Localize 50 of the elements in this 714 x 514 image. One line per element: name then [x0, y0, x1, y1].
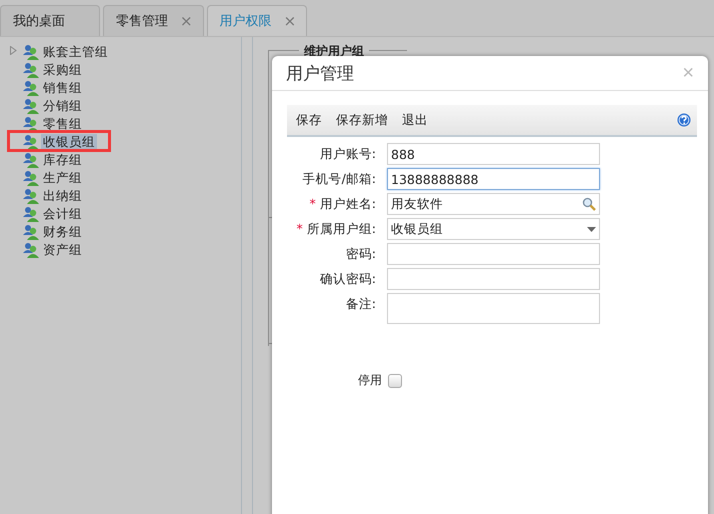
- checkbox[interactable]: [388, 374, 402, 388]
- user-group-icon: [22, 116, 40, 132]
- help-icon[interactable]: [677, 113, 691, 127]
- remarks-field[interactable]: [387, 293, 600, 324]
- tree-item[interactable]: 资产组: [41, 242, 84, 258]
- tree-item[interactable]: 财务组: [41, 224, 84, 240]
- tree-item[interactable]: 出纳组: [41, 188, 84, 204]
- user-group-icon: [22, 152, 40, 168]
- user-group-icon: [22, 98, 40, 114]
- field-label: 密码:: [344, 245, 376, 263]
- user-group-icon: [22, 188, 40, 204]
- tree-item[interactable]: 销售组: [41, 80, 84, 96]
- dialog-title: 用户管理: [286, 62, 354, 84]
- input-field[interactable]: [387, 268, 600, 290]
- checkbox-label: 停用: [358, 372, 382, 389]
- tree-item[interactable]: 分销组: [41, 98, 84, 114]
- tab[interactable]: 零售管理 ×: [103, 5, 204, 36]
- user-group-icon: [22, 170, 40, 186]
- user-group-icon: [22, 62, 40, 78]
- tree-item[interactable]: 会计组: [41, 206, 84, 222]
- tab[interactable]: 我的桌面: [0, 5, 100, 36]
- input-field[interactable]: 888: [387, 143, 600, 165]
- user-group-icon: [22, 224, 40, 240]
- toolbar-button[interactable]: 保存: [291, 108, 327, 132]
- input-field[interactable]: 13888888888: [387, 168, 600, 190]
- field-label: 确认密码:: [318, 270, 376, 288]
- user-group-icon: [22, 80, 40, 96]
- tree-item[interactable]: 账套主管组: [41, 44, 110, 60]
- user-group-icon: [22, 206, 40, 222]
- tree-item[interactable]: 采购组: [41, 62, 84, 78]
- user-group-icon: [22, 44, 40, 60]
- field-label: * 用户姓名:: [308, 195, 376, 213]
- toolbar-button[interactable]: 保存新增: [331, 108, 393, 132]
- toolbar-button[interactable]: 退出: [397, 108, 433, 132]
- tree-item[interactable]: 零售组: [41, 116, 84, 132]
- field-label: 手机号/邮箱:: [302, 170, 376, 188]
- tree-item[interactable]: 收银员组: [41, 134, 97, 150]
- group-dropdown[interactable]: 收银员组: [387, 218, 600, 240]
- field-label: 用户账号:: [318, 145, 376, 163]
- tree-item[interactable]: 库存组: [41, 152, 84, 168]
- input-field[interactable]: 用友软件: [387, 193, 600, 215]
- tree-item[interactable]: 生产组: [41, 170, 84, 186]
- field-label: * 所属用户组:: [296, 220, 376, 238]
- input-field[interactable]: [387, 243, 600, 265]
- dropdown-caret-icon[interactable]: [587, 226, 596, 232]
- expand-arrow-icon[interactable]: [10, 46, 17, 55]
- user-group-icon: [22, 242, 40, 258]
- field-label: 备注:: [344, 295, 376, 313]
- search-icon[interactable]: [582, 197, 596, 211]
- user-group-icon: [22, 134, 40, 150]
